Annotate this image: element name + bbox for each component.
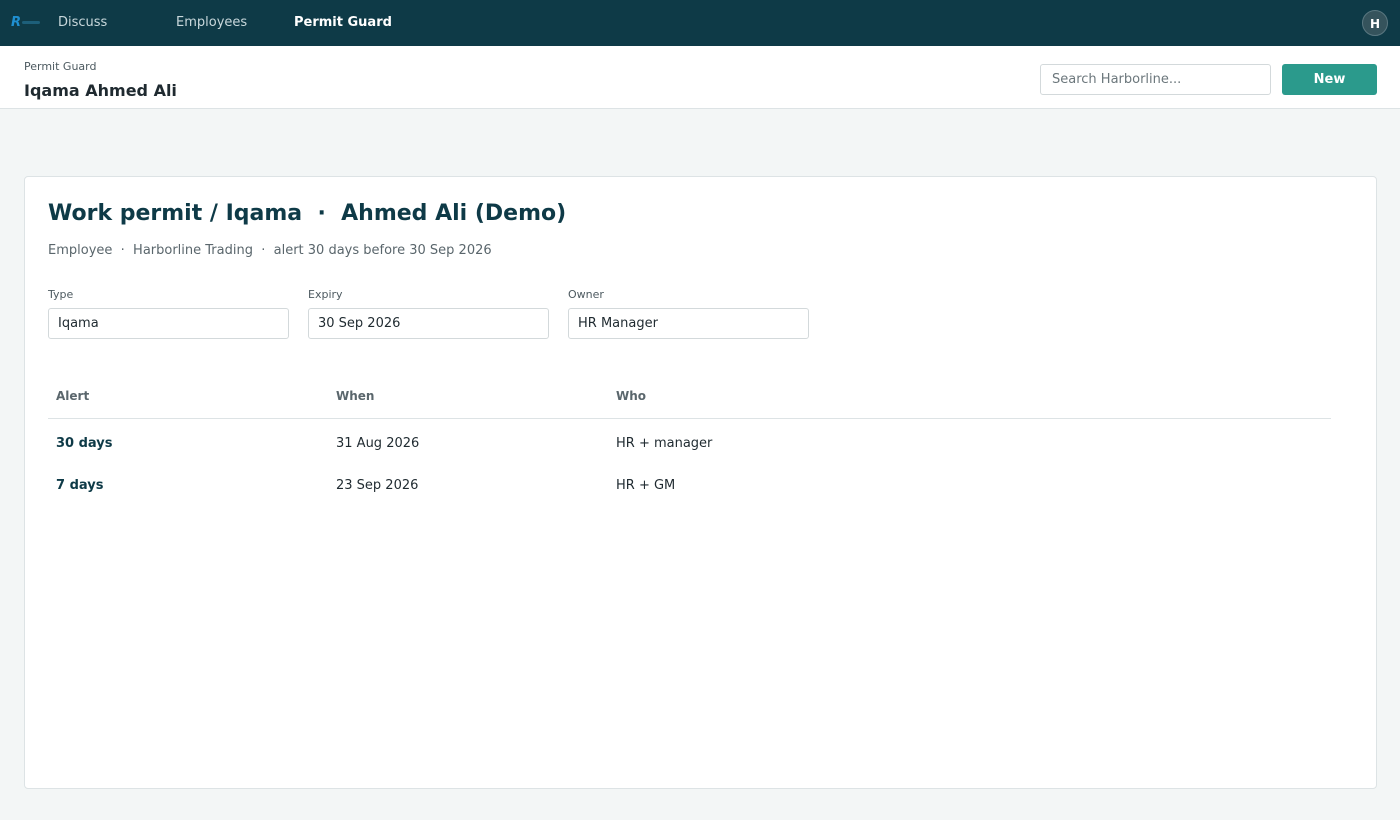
table-row-when: 31 Aug 2026 [336,436,420,451]
app-logo-icon[interactable]: R [10,12,44,32]
type-field[interactable]: Iqama [48,308,289,339]
record-card: Work permit / Iqama · Ahmed Ali (Demo) E… [24,176,1377,789]
owner-label: Owner [568,288,604,301]
column-header-alert[interactable]: Alert [56,389,89,403]
record-meta: Employee · Harborline Trading · alert 30… [48,243,492,258]
svg-text:R: R [11,15,21,30]
nav-discuss[interactable]: Discuss [58,0,107,46]
table-row-when: 23 Sep 2026 [336,478,419,493]
search-input[interactable] [1040,64,1271,95]
nav-employees[interactable]: Employees [176,0,247,46]
user-avatar[interactable]: H [1362,10,1388,36]
expiry-label: Expiry [308,288,343,301]
table-row-alert[interactable]: 30 days [56,436,113,451]
table-header-divider [48,418,1331,419]
table-row-who: HR + GM [616,478,676,493]
table-row-who: HR + manager [616,436,713,451]
column-header-when[interactable]: When [336,389,374,403]
new-button[interactable]: New [1282,64,1377,95]
owner-field[interactable]: HR Manager [568,308,809,339]
page-title: Iqama Ahmed Ali [24,81,177,100]
record-title: Work permit / Iqama · Ahmed Ali (Demo) [48,201,567,226]
nav-permit-guard[interactable]: Permit Guard [294,0,392,46]
breadcrumb[interactable]: Permit Guard [24,60,96,73]
expiry-field[interactable]: 30 Sep 2026 [308,308,549,339]
control-panel: Permit Guard Iqama Ahmed Ali New [0,46,1400,109]
table-row-alert[interactable]: 7 days [56,478,103,493]
column-header-who[interactable]: Who [616,389,646,403]
top-navbar: R Discuss Employees Permit Guard H [0,0,1400,46]
type-label: Type [48,288,74,301]
